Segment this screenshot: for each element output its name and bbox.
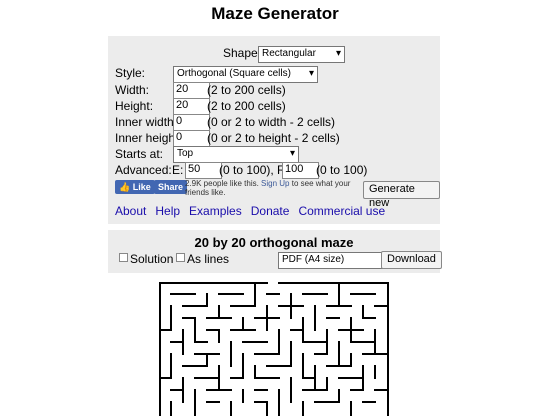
advanced-label: Advanced:: [115, 163, 172, 177]
starts-at-label: Starts at:: [115, 147, 164, 161]
width-label: Width:: [115, 83, 150, 97]
inner-height-label: Inner height:: [115, 131, 182, 145]
height-hint: (2 to 200 cells): [207, 99, 286, 113]
thumbs-up-icon: 👍: [119, 182, 131, 192]
shape-select[interactable]: Rectangular: [258, 46, 345, 63]
style-select[interactable]: Orthogonal (Square cells): [173, 66, 318, 83]
as-lines-checkbox[interactable]: As lines: [176, 252, 229, 266]
style-label: Style:: [115, 66, 146, 80]
e-hint: (0 to 100), R:: [219, 163, 290, 177]
checkbox-icon: [119, 253, 128, 262]
help-link[interactable]: Help: [155, 204, 180, 218]
checkbox-icon: [176, 253, 185, 262]
height-input[interactable]: 20: [173, 98, 210, 115]
solution-checkbox[interactable]: Solution: [119, 252, 173, 266]
width-hint: (2 to 200 cells): [207, 83, 286, 97]
inner-height-hint: (0 or 2 to height - 2 cells): [207, 131, 340, 145]
facebook-like-button[interactable]: 👍 Like: [115, 180, 155, 194]
commercial-use-link[interactable]: Commercial use: [298, 204, 385, 218]
shape-label: Shape:: [223, 46, 262, 60]
examples-link[interactable]: Examples: [189, 204, 242, 218]
starts-at-select[interactable]: Top: [173, 146, 299, 163]
inner-width-label: Inner width:: [115, 115, 178, 129]
maze-drawing: [159, 282, 389, 417]
height-label: Height:: [115, 99, 154, 113]
facebook-share-button[interactable]: Share: [154, 180, 188, 194]
maze-header-panel: 20 by 20 orthogonal maze Solution As lin…: [108, 230, 442, 273]
maze-heading: 20 by 20 orthogonal maze: [194, 235, 354, 250]
settings-panel: Shape: Rectangular Style: Orthogonal (Sq…: [108, 36, 440, 224]
download-button[interactable]: Download: [381, 251, 442, 269]
e-input[interactable]: 50: [185, 162, 222, 179]
inner-width-hint: (0 or 2 to width - 2 cells): [207, 115, 336, 129]
e-label: E:: [172, 163, 184, 177]
format-select[interactable]: PDF (A4 size): [278, 252, 396, 269]
page-title: Maze Generator: [211, 4, 339, 23]
donate-link[interactable]: Donate: [251, 204, 290, 218]
generate-new-button[interactable]: Generate new: [363, 181, 440, 209]
about-link[interactable]: About: [115, 204, 146, 218]
inner-width-input[interactable]: 0: [173, 114, 210, 131]
r-input[interactable]: 100: [282, 162, 319, 179]
maze-image: [159, 282, 389, 417]
width-input[interactable]: 20: [173, 82, 210, 99]
inner-height-input[interactable]: 0: [173, 130, 210, 147]
footer-links: About Help Examples Donate Commercial use: [115, 204, 394, 218]
social-text: 2.9K people like this. Sign Up to see wh…: [185, 179, 351, 197]
r-hint: (0 to 100): [316, 163, 368, 177]
signup-link[interactable]: Sign Up: [261, 179, 289, 188]
